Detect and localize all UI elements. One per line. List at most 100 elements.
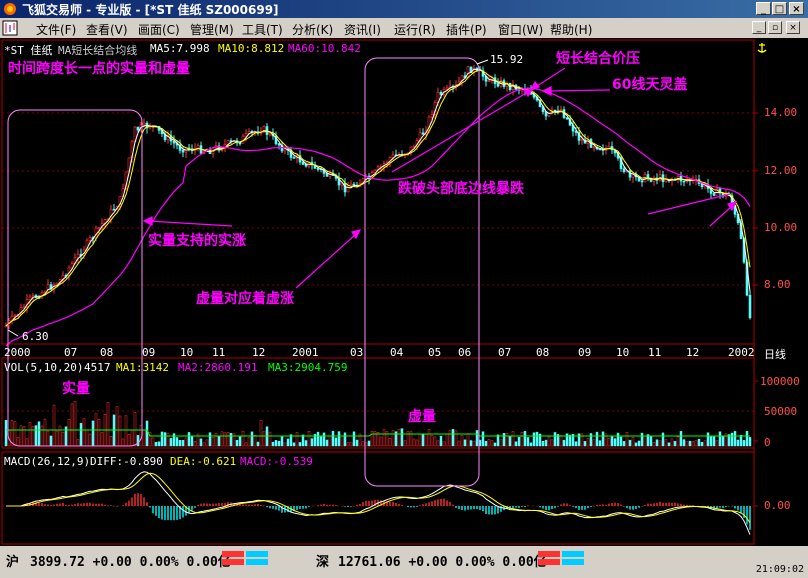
price-tick-8: 8.00 bbox=[764, 278, 791, 291]
chart-doc-icon[interactable] bbox=[2, 20, 18, 36]
volume-bar bbox=[253, 434, 257, 447]
volume-bar bbox=[115, 406, 119, 447]
volume-bar bbox=[121, 438, 125, 447]
volume-bar bbox=[730, 432, 734, 447]
candle-body bbox=[439, 92, 443, 95]
annotation-real-volume: 实量 bbox=[62, 381, 90, 397]
menu-file[interactable]: 文件(F) bbox=[36, 21, 76, 38]
window-close-button[interactable]: × bbox=[789, 2, 804, 15]
menu-window[interactable]: 窗口(W) bbox=[498, 21, 543, 38]
volume-bar bbox=[292, 442, 296, 447]
candle-body bbox=[565, 117, 569, 120]
date-tick: 03 bbox=[350, 346, 364, 359]
vol-tick-0: 0 bbox=[764, 436, 771, 449]
price-tick-12: 12.00 bbox=[764, 164, 798, 177]
volume-bar bbox=[127, 434, 131, 447]
volume-bar bbox=[184, 437, 188, 447]
window-minimize-button[interactable]: _ bbox=[756, 2, 771, 15]
macd-legend-name: MACD(26,12,9) bbox=[4, 455, 91, 468]
candle-body bbox=[421, 132, 425, 135]
volume-bar bbox=[193, 441, 197, 447]
volume-bar bbox=[241, 430, 245, 447]
volume-bar bbox=[298, 442, 302, 447]
volume-bar bbox=[430, 435, 434, 447]
menu-run[interactable]: 运行(R) bbox=[394, 21, 436, 38]
volume-bar bbox=[259, 420, 263, 447]
volume-bar bbox=[244, 442, 248, 447]
volume-bar bbox=[439, 435, 443, 447]
volume-bar bbox=[151, 437, 155, 447]
period-selector[interactable]: 日线 bbox=[764, 346, 786, 362]
volume-bar bbox=[517, 436, 521, 447]
menu-view[interactable]: 查看(V) bbox=[86, 21, 128, 38]
volume-bar bbox=[421, 434, 425, 447]
menu-info[interactable]: 资讯(I) bbox=[344, 21, 381, 38]
volume-bar bbox=[13, 421, 17, 447]
volume-bar bbox=[706, 432, 710, 447]
volume-bar bbox=[382, 429, 386, 447]
volume-bar bbox=[157, 441, 161, 447]
volume-bar bbox=[412, 438, 416, 447]
mdi-minimize-button[interactable]: _ bbox=[752, 21, 766, 34]
sz-index-value[interactable]: 12761.06 +0.00 0.00% 0.00亿 bbox=[338, 551, 547, 570]
candle-body bbox=[4, 325, 8, 328]
window-maximize-button[interactable]: □ bbox=[772, 2, 787, 15]
volume-bar bbox=[592, 439, 596, 447]
annotation-short-long: 短长结合价压 bbox=[556, 51, 640, 67]
volume-bar bbox=[721, 435, 725, 447]
volume-bar bbox=[481, 431, 485, 447]
volume-bar bbox=[391, 430, 395, 447]
volume-bar bbox=[73, 401, 77, 447]
volume-bar bbox=[436, 440, 440, 447]
vol-legend-value: 4517 bbox=[84, 361, 111, 374]
menu-plugins[interactable]: 插件(P) bbox=[446, 21, 487, 38]
volume-bar bbox=[280, 436, 284, 447]
volume-bar bbox=[598, 440, 602, 447]
volume-bar bbox=[673, 441, 677, 447]
volume-bar bbox=[295, 432, 299, 447]
mdi-restore-button[interactable]: ▫ bbox=[768, 21, 782, 34]
volume-bar bbox=[544, 439, 548, 447]
date-tick: 09 bbox=[142, 346, 156, 359]
anchor-icon[interactable] bbox=[756, 42, 768, 54]
menu-analysis[interactable]: 分析(K) bbox=[292, 21, 333, 38]
sh-index-value[interactable]: 3899.72 +0.00 0.00% 0.00亿 bbox=[30, 551, 231, 570]
date-tick: 11 bbox=[212, 346, 226, 359]
title-bar: 飞狐交易师 - 专业版 - [*ST 佳纸 SZ000699] _ □ × bbox=[0, 0, 808, 18]
kline-chart-area[interactable] bbox=[0, 38, 808, 546]
volume-bar bbox=[208, 432, 212, 447]
volume-bar bbox=[136, 435, 140, 447]
menu-manage[interactable]: 管理(M) bbox=[190, 21, 234, 38]
volume-bar bbox=[505, 433, 509, 447]
volume-bar bbox=[349, 442, 353, 447]
volume-bar bbox=[79, 423, 83, 447]
volume-bar bbox=[541, 441, 545, 447]
volume-bar bbox=[205, 439, 209, 447]
volume-bar bbox=[403, 440, 407, 447]
volume-bar bbox=[370, 430, 374, 447]
menu-tools[interactable]: 工具(T) bbox=[242, 21, 283, 38]
volume-bar bbox=[445, 433, 449, 447]
status-bar: 沪 3899.72 +0.00 0.00% 0.00亿 深 12761.06 +… bbox=[0, 546, 808, 578]
candle-body bbox=[28, 296, 32, 300]
candle-body bbox=[580, 139, 584, 142]
menu-screen[interactable]: 画面(C) bbox=[138, 21, 180, 38]
volume-bar bbox=[670, 438, 674, 447]
volume-bar bbox=[319, 436, 323, 447]
candle-body bbox=[622, 168, 626, 173]
volume-bar bbox=[202, 442, 206, 447]
volume-bar bbox=[160, 431, 164, 447]
volume-bar bbox=[91, 420, 95, 447]
volume-bar bbox=[550, 439, 554, 447]
menu-help[interactable]: 帮助(H) bbox=[550, 21, 592, 38]
candle-body bbox=[445, 87, 449, 90]
volume-bar bbox=[217, 435, 221, 447]
volume-bar bbox=[625, 432, 629, 447]
volume-bar bbox=[595, 431, 599, 447]
volume-bar bbox=[679, 431, 683, 447]
candle-body bbox=[628, 170, 632, 178]
volume-bar bbox=[700, 442, 704, 447]
mdi-close-button[interactable]: × bbox=[786, 21, 800, 34]
volume-bar bbox=[472, 440, 476, 447]
volume-bar bbox=[328, 435, 332, 447]
